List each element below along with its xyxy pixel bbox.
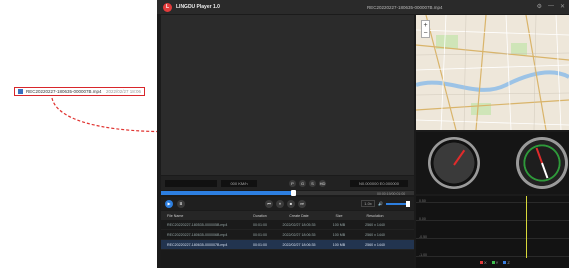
legend-item-x: X bbox=[480, 260, 487, 265]
info-field bbox=[165, 179, 217, 187]
zoom-in-button[interactable]: + bbox=[423, 22, 427, 29]
cell-size: 100 MB bbox=[332, 232, 346, 237]
gsensor-graph: 0.50 0.00 -0.50 -1.00 X Y Z bbox=[416, 196, 569, 268]
graph-y-label: 0.00 bbox=[419, 217, 426, 221]
cell-create-date: 2022/02/27 18:06:35 bbox=[282, 232, 316, 237]
parking-icon[interactable]: P bbox=[289, 179, 296, 187]
gauges-panel bbox=[416, 132, 569, 194]
graph-legend: X Y Z bbox=[480, 260, 510, 265]
minimize-button[interactable]: — bbox=[548, 3, 554, 10]
speaker-icon[interactable]: 🔊 bbox=[378, 201, 383, 206]
seek-handle[interactable] bbox=[290, 190, 296, 196]
next-button[interactable]: ⏭ bbox=[298, 199, 306, 208]
title-bar: L LINGDU Player 1.0 REC20220227-180635-0… bbox=[157, 0, 569, 14]
transport-controls: ⏮ ⏸ ■ ⏭ bbox=[265, 199, 306, 208]
cell-file-name: REC20220227-180635-000006B.mp4 bbox=[167, 232, 228, 237]
callout-timestamp: 2022/02/27 18:06 bbox=[105, 89, 141, 94]
app-logo: L bbox=[163, 2, 172, 12]
playback-controls: ▶ ⌸ ⏮ ⏸ ■ ⏭ 1.0x 🔊 bbox=[161, 197, 414, 210]
graph-time-marker bbox=[526, 196, 527, 258]
close-button[interactable]: ✕ bbox=[560, 3, 565, 10]
table-row[interactable]: REC20220227-180535-000005B.mp4 00:01:00 … bbox=[161, 220, 414, 230]
cell-file-name: REC20220227-180635-000007B.mp4 bbox=[167, 242, 228, 247]
table-row-selected[interactable]: REC20220227-180635-000007B.mp4 00:01:00 … bbox=[161, 240, 414, 250]
map-zoom-control: + − bbox=[421, 20, 430, 38]
compass-gauge bbox=[516, 137, 568, 189]
cell-create-date: 2022/02/27 18:06:35 bbox=[282, 242, 316, 247]
cell-resolution: 2560 x 1440 bbox=[365, 242, 385, 247]
seek-progress bbox=[161, 191, 293, 195]
speed-needle bbox=[453, 149, 466, 166]
gps-coordinates: N0.000000 E0.000000 bbox=[350, 179, 408, 187]
info-bar: 000 KM/h P G S HD N0.000000 E0.000000 bbox=[161, 176, 414, 190]
window-controls: ⚙ — ✕ bbox=[537, 3, 565, 10]
speed-select[interactable]: 1.0x bbox=[361, 200, 376, 207]
gear-icon[interactable]: ⚙ bbox=[537, 3, 542, 10]
playback-time: 00:00:19/00:01:00 bbox=[377, 192, 406, 196]
graph-y-label: -0.50 bbox=[419, 235, 427, 239]
video-file-icon bbox=[18, 89, 23, 94]
cell-duration: 00:01:00 bbox=[253, 222, 267, 227]
header-create-date[interactable]: Create Date bbox=[275, 214, 323, 218]
screenshot-stage: REC20220227-180635-000007B.mp4 2022/02/2… bbox=[0, 0, 569, 268]
grid-line bbox=[416, 202, 569, 203]
play-button[interactable]: ▶ bbox=[165, 199, 173, 208]
app-title: LINGDU Player 1.0 bbox=[176, 4, 220, 10]
grid-line bbox=[416, 238, 569, 239]
table-header: File Name Duration Create Date Size Reso… bbox=[161, 211, 414, 220]
speedometer-gauge bbox=[428, 137, 480, 189]
legend-item-y: Y bbox=[491, 260, 498, 265]
gps-icon[interactable]: G bbox=[299, 179, 306, 187]
cell-size: 100 MB bbox=[332, 242, 346, 247]
cell-resolution: 2560 x 1440 bbox=[365, 232, 385, 237]
table-row[interactable]: REC20220227-180635-000006B.mp4 00:01:00 … bbox=[161, 230, 414, 240]
file-table: File Name Duration Create Date Size Reso… bbox=[161, 211, 414, 268]
sensor-icon[interactable]: S bbox=[309, 179, 316, 187]
graph-y-label: -1.00 bbox=[419, 253, 427, 257]
file-callout: REC20220227-180635-000007B.mp4 2022/02/2… bbox=[14, 87, 145, 96]
cell-size: 100 MB bbox=[332, 222, 346, 227]
cell-duration: 00:01:00 bbox=[253, 242, 267, 247]
cell-duration: 00:01:00 bbox=[253, 232, 267, 237]
volume-slider[interactable] bbox=[386, 200, 410, 207]
map-streets bbox=[416, 15, 569, 130]
hd-icon[interactable]: HD bbox=[319, 179, 326, 187]
grid-line bbox=[416, 220, 569, 221]
header-duration[interactable]: Duration bbox=[245, 214, 275, 218]
cell-resolution: 2560 x 1440 bbox=[365, 222, 385, 227]
window-file-title: REC20220227-180635-000007B.mp4 bbox=[367, 4, 443, 10]
legend-item-z: Z bbox=[503, 260, 510, 265]
folder-button[interactable]: ⌸ bbox=[177, 199, 185, 208]
previous-button[interactable]: ⏮ bbox=[265, 199, 273, 208]
speed-readout: 000 KM/h bbox=[221, 179, 257, 187]
grid-line bbox=[416, 256, 569, 257]
cell-file-name: REC20220227-180535-000005B.mp4 bbox=[167, 222, 228, 227]
player-window: L LINGDU Player 1.0 REC20220227-180635-0… bbox=[157, 0, 569, 268]
graph-y-label: 0.50 bbox=[419, 199, 426, 203]
compass-needle bbox=[535, 147, 549, 179]
stop-button[interactable]: ■ bbox=[287, 199, 295, 208]
zoom-out-button[interactable]: − bbox=[423, 30, 427, 37]
header-resolution[interactable]: Resolution bbox=[355, 214, 395, 218]
callout-filename: REC20220227-180635-000007B.mp4 bbox=[26, 89, 102, 94]
header-file-name[interactable]: File Name bbox=[161, 214, 245, 218]
status-icons: P G S HD bbox=[289, 179, 326, 187]
volume-control: 1.0x 🔊 bbox=[361, 200, 410, 207]
map-view[interactable]: + − bbox=[416, 15, 569, 130]
pause-button[interactable]: ⏸ bbox=[276, 199, 284, 208]
cell-create-date: 2022/02/27 18:05:35 bbox=[282, 222, 316, 227]
header-size[interactable]: Size bbox=[323, 214, 355, 218]
video-area[interactable] bbox=[161, 15, 414, 175]
